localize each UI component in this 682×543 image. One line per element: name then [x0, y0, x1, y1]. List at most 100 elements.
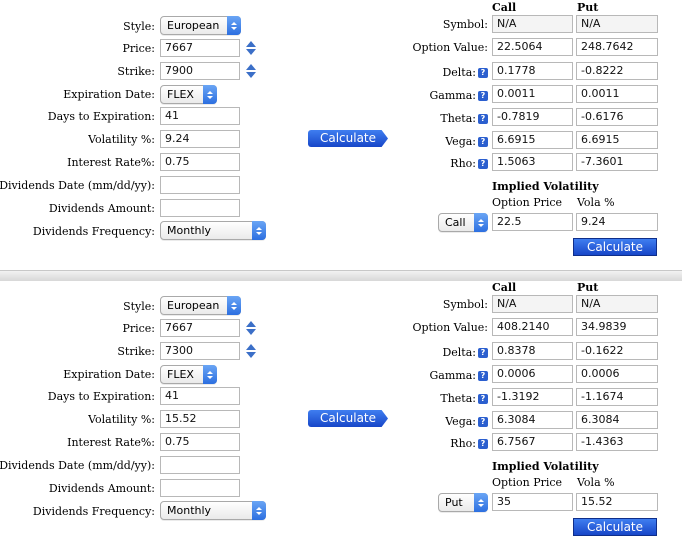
vola-pct-header: Vola % — [577, 476, 615, 489]
interest-rate-input[interactable]: 0.75 — [160, 433, 240, 451]
iv-type-select-value: Put — [445, 496, 463, 509]
strike-input[interactable]: 7300 — [160, 342, 240, 360]
delta-help-icon[interactable]: ? — [478, 68, 488, 78]
volatility-input[interactable]: 15.52 — [160, 410, 240, 428]
dividends-date-input[interactable] — [160, 176, 240, 194]
interest-rate-label: Interest Rate%: — [67, 436, 155, 449]
delta-label: Delta: — [442, 346, 476, 359]
gamma-label: Gamma: — [429, 89, 476, 102]
expiration-select[interactable]: FLEX — [160, 365, 217, 384]
strike-stepper-icon[interactable] — [245, 62, 257, 80]
select-arrow-icon — [474, 213, 488, 232]
delta-call-field: 0.8378 — [492, 342, 573, 360]
strike-stepper-icon[interactable] — [245, 342, 257, 360]
call-column-header: Call — [492, 281, 517, 294]
theta-put-field: -1.1674 — [576, 388, 658, 406]
theta-label: Theta: — [440, 112, 476, 125]
dividends-frequency-select-value: Monthly — [167, 224, 212, 237]
iv-calculate-button[interactable]: Calculate — [573, 238, 657, 256]
price-label: Price: — [122, 42, 155, 55]
theta-help-icon[interactable]: ? — [478, 394, 488, 404]
price-label: Price: — [122, 322, 155, 335]
implied-volatility-header: Implied Volatility — [492, 180, 599, 193]
theta-call-field: -0.7819 — [492, 108, 573, 126]
select-arrow-icon — [474, 493, 488, 512]
dividends-date-input[interactable] — [160, 456, 240, 474]
implied-volatility-header: Implied Volatility — [492, 460, 599, 473]
days-to-expiration-label: Days to Expiration: — [47, 110, 155, 123]
days-to-expiration-input[interactable]: 41 — [160, 387, 240, 405]
iv-vola-field: 9.24 — [576, 213, 658, 231]
expiration-select[interactable]: FLEX — [160, 85, 217, 104]
price-stepper-icon[interactable] — [245, 319, 257, 337]
calculator-panel-top: Style: Price: Strike: Expiration Date: D… — [0, 0, 682, 270]
rho-label: Rho: — [450, 437, 476, 450]
style-label: Style: — [123, 300, 155, 313]
style-select[interactable]: European — [160, 296, 241, 315]
style-select[interactable]: European — [160, 16, 241, 35]
interest-rate-label: Interest Rate%: — [67, 156, 155, 169]
interest-rate-input[interactable]: 0.75 — [160, 153, 240, 171]
rho-put-field: -7.3601 — [576, 153, 658, 171]
iv-type-select[interactable]: Call — [438, 213, 488, 232]
expiration-date-label: Expiration Date: — [63, 368, 155, 381]
dividends-frequency-label: Dividends Frequency: — [32, 225, 155, 238]
delta-help-icon[interactable]: ? — [478, 348, 488, 358]
style-select-value: European — [167, 19, 220, 32]
symbol-call-field: N/A — [492, 295, 573, 313]
vega-call-field: 6.6915 — [492, 131, 573, 149]
iv-calculate-button[interactable]: Calculate — [573, 518, 657, 536]
vega-label: Vega: — [445, 135, 476, 148]
calculate-button[interactable]: Calculate — [308, 130, 388, 147]
gamma-help-icon[interactable]: ? — [478, 91, 488, 101]
select-arrow-icon — [227, 16, 241, 35]
days-to-expiration-input[interactable]: 41 — [160, 107, 240, 125]
dividends-amount-input[interactable] — [160, 199, 240, 217]
vega-put-field: 6.6915 — [576, 131, 658, 149]
price-input[interactable]: 7667 — [160, 319, 240, 337]
dividends-amount-label: Dividends Amount: — [48, 482, 155, 495]
put-column-header: Put — [577, 281, 599, 294]
iv-option-price-input[interactable]: 35 — [492, 493, 573, 511]
vega-help-icon[interactable]: ? — [478, 417, 488, 427]
price-stepper-icon[interactable] — [245, 39, 257, 57]
iv-vola-field: 15.52 — [576, 493, 658, 511]
option-value-label: Option Value: — [412, 41, 488, 54]
calculator-panel-bottom: Style: Price: Strike: Expiration Date: D… — [0, 281, 682, 543]
days-to-expiration-label: Days to Expiration: — [47, 390, 155, 403]
dividends-frequency-label: Dividends Frequency: — [32, 505, 155, 518]
dividends-date-label: Dividends Date (mm/dd/yy): — [0, 459, 155, 472]
dividends-amount-input[interactable] — [160, 479, 240, 497]
theta-put-field: -0.6176 — [576, 108, 658, 126]
theta-call-field: -1.3192 — [492, 388, 573, 406]
calculate-button[interactable]: Calculate — [308, 410, 388, 427]
style-select-value: European — [167, 299, 220, 312]
gamma-help-icon[interactable]: ? — [478, 371, 488, 381]
symbol-put-field: N/A — [576, 15, 658, 33]
strike-input[interactable]: 7900 — [160, 62, 240, 80]
select-arrow-icon — [203, 365, 217, 384]
strike-label: Strike: — [117, 345, 155, 358]
rho-help-icon[interactable]: ? — [478, 439, 488, 449]
vega-help-icon[interactable]: ? — [478, 137, 488, 147]
style-label: Style: — [123, 20, 155, 33]
dividends-frequency-select[interactable]: Monthly — [160, 501, 266, 520]
theta-label: Theta: — [440, 392, 476, 405]
dividends-frequency-select[interactable]: Monthly — [160, 221, 266, 240]
iv-type-select[interactable]: Put — [438, 493, 488, 512]
iv-option-price-input[interactable]: 22.5 — [492, 213, 573, 231]
theta-help-icon[interactable]: ? — [478, 114, 488, 124]
volatility-input[interactable]: 9.24 — [160, 130, 240, 148]
volatility-label: Volatility %: — [88, 413, 155, 426]
volatility-label: Volatility %: — [88, 133, 155, 146]
vega-put-field: 6.3084 — [576, 411, 658, 429]
select-arrow-icon — [227, 296, 241, 315]
gamma-put-field: 0.0011 — [576, 85, 658, 103]
rho-help-icon[interactable]: ? — [478, 159, 488, 169]
iv-type-select-value: Call — [445, 216, 466, 229]
option-value-put-field: 248.7642 — [576, 38, 658, 56]
dividends-amount-label: Dividends Amount: — [48, 202, 155, 215]
price-input[interactable]: 7667 — [160, 39, 240, 57]
call-column-header: Call — [492, 1, 517, 14]
rho-put-field: -1.4363 — [576, 433, 658, 451]
